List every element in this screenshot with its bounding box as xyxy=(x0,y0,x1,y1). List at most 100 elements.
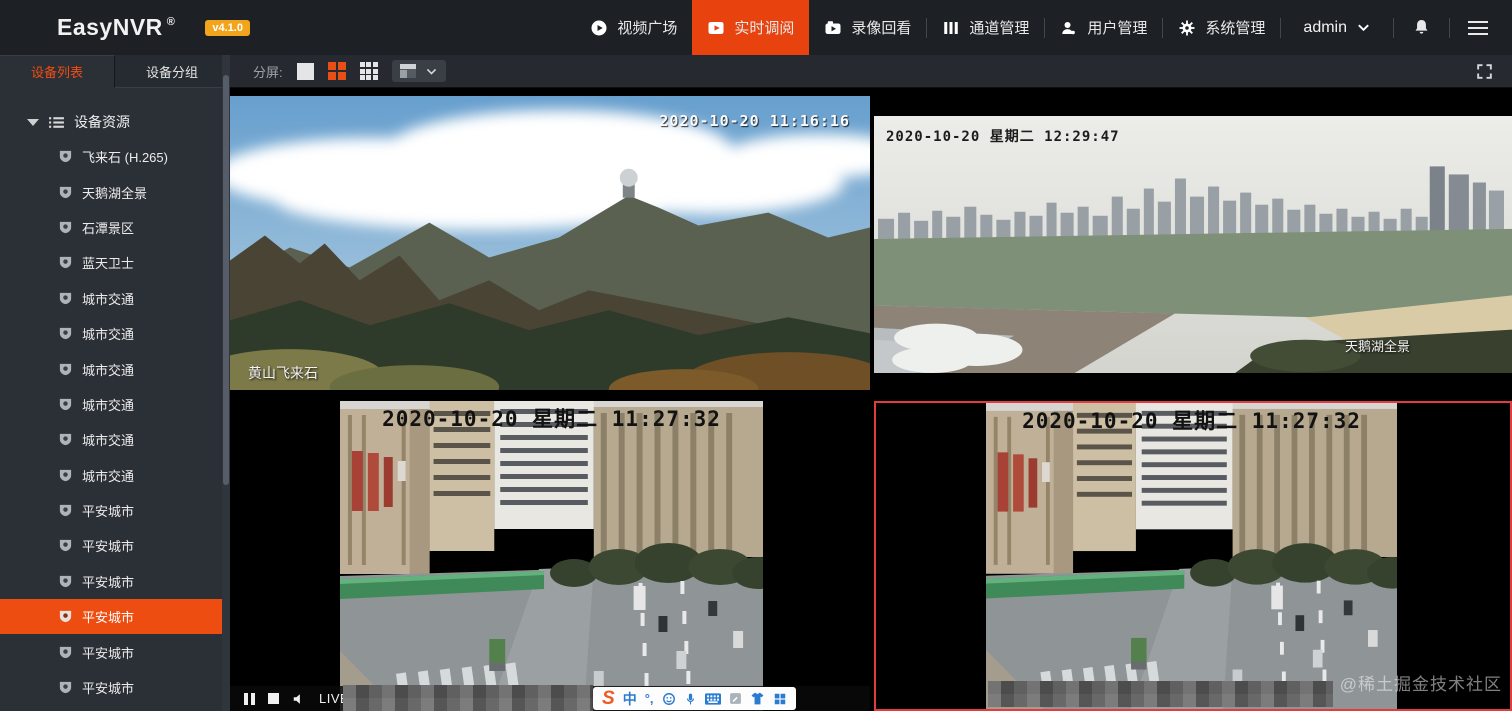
scrollbar-thumb[interactable] xyxy=(223,75,229,485)
device-shield-icon xyxy=(58,255,73,270)
app-logo: EasyNVR ® xyxy=(57,14,175,41)
device-shield-icon xyxy=(58,645,73,660)
video-pane-bottom-left[interactable]: 2020-10-20 星期二 11:27:32 LIVE S 中 °, xyxy=(230,401,870,711)
video-pane-top-left[interactable]: 2020-10-20 11:16:16 黄山飞来石 xyxy=(230,88,870,397)
video-frame-mountain xyxy=(230,96,870,390)
user-menu[interactable]: admin xyxy=(1281,0,1393,55)
nav-label: 实时调阅 xyxy=(734,17,794,38)
sogou-ime-bar[interactable]: S 中 °, xyxy=(593,687,796,710)
device-item[interactable]: 平安城市 xyxy=(0,670,222,705)
nav-label: 用户管理 xyxy=(1087,17,1147,38)
main-nav: 视频广场 实时调阅 录像回看 通道管理 用户管理 xyxy=(575,0,1512,55)
version-badge: v4.1.0 xyxy=(205,20,250,36)
device-sidebar: 设备列表 设备分组 设备资源 飞来石 (H.265) 天鹅湖全景 石潭景区 蓝天… xyxy=(0,55,230,711)
nav-item-video-square[interactable]: 视频广场 xyxy=(575,0,692,55)
play-circle-icon xyxy=(590,19,608,37)
handwriting-icon[interactable] xyxy=(729,692,742,705)
osd-camera-title: 黄山飞来石 xyxy=(248,363,318,383)
device-shield-icon xyxy=(58,468,73,483)
nav-item-playback[interactable]: 录像回看 xyxy=(809,0,926,55)
nav-item-system[interactable]: 系统管理 xyxy=(1163,0,1280,55)
device-shield-icon xyxy=(58,432,73,447)
nav-label: 录像回看 xyxy=(851,17,911,38)
device-item[interactable]: 城市交通 xyxy=(0,458,222,493)
punctuation-icon[interactable]: °, xyxy=(645,692,654,705)
chinese-mode-icon[interactable]: 中 xyxy=(623,692,637,706)
device-shield-icon xyxy=(58,574,73,589)
app-name: EasyNVR xyxy=(57,14,163,41)
device-item[interactable]: 平安城市 xyxy=(0,564,222,599)
device-item[interactable]: 天鹅湖全景 xyxy=(0,174,222,209)
device-item[interactable]: 城市交通 xyxy=(0,351,222,386)
nav-label: 通道管理 xyxy=(969,17,1029,38)
video-pane-top-right[interactable]: 2020-10-20 星期二 12:29:47 天鹅湖全景 xyxy=(874,88,1512,397)
osd-timestamp: 2020-10-20 11:16:16 xyxy=(659,112,850,130)
menu-button[interactable] xyxy=(1450,21,1512,35)
device-item[interactable]: 平安城市 xyxy=(0,634,222,669)
blurred-watermark xyxy=(343,685,593,711)
split-9-icon[interactable] xyxy=(360,62,378,80)
device-item[interactable]: 平安城市 xyxy=(0,493,222,528)
caret-down-icon xyxy=(27,119,39,126)
sidebar-tabs: 设备列表 设备分组 xyxy=(0,55,230,88)
live-video-icon xyxy=(707,19,725,37)
keyboard-icon[interactable] xyxy=(705,693,721,705)
list-icon xyxy=(48,114,65,131)
device-shield-icon xyxy=(58,397,73,412)
osd-timestamp: 2020-10-20 星期二 12:29:47 xyxy=(886,126,1120,146)
device-list: 飞来石 (H.265) 天鹅湖全景 石潭景区 蓝天卫士 城市交通 城市交通 城市… xyxy=(0,139,230,705)
gear-icon xyxy=(1178,19,1196,37)
device-item[interactable]: 飞来石 (H.265) xyxy=(0,139,222,174)
skin-icon[interactable] xyxy=(750,692,765,705)
video-pane-bottom-right[interactable]: 2020-10-20 星期二 11:27:32 @稀土掘金技术社区 xyxy=(874,401,1512,711)
video-frame-traffic: 2020-10-20 星期二 11:27:32 xyxy=(340,401,763,711)
device-item[interactable]: 城市交通 xyxy=(0,281,222,316)
nav-label: 视频广场 xyxy=(617,17,677,38)
notifications-button[interactable] xyxy=(1394,0,1449,55)
tab-device-groups[interactable]: 设备分组 xyxy=(115,55,230,87)
tree-root-device-resources[interactable]: 设备资源 xyxy=(0,105,230,139)
pause-button[interactable] xyxy=(244,693,255,705)
nav-item-live-view[interactable]: 实时调阅 xyxy=(692,0,809,55)
device-item[interactable]: 石潭景区 xyxy=(0,210,222,245)
split-custom-dropdown[interactable] xyxy=(392,60,446,82)
chevron-down-icon xyxy=(425,65,438,78)
device-shield-icon xyxy=(58,680,73,695)
device-item[interactable]: 城市交通 xyxy=(0,316,222,351)
trademark: ® xyxy=(167,16,176,28)
nav-label: 系统管理 xyxy=(1205,17,1265,38)
tab-device-list[interactable]: 设备列表 xyxy=(0,55,115,88)
device-shield-icon xyxy=(58,362,73,377)
chevron-down-icon xyxy=(1356,20,1371,35)
device-shield-icon xyxy=(58,291,73,306)
stop-button[interactable] xyxy=(268,693,279,704)
sogou-logo-icon[interactable]: S xyxy=(602,689,615,708)
nav-item-users[interactable]: 用户管理 xyxy=(1045,0,1162,55)
device-shield-icon xyxy=(58,149,73,164)
custom-split-icon xyxy=(400,64,416,78)
top-navbar: EasyNVR ® v4.1.0 视频广场 实时调阅 录像回看 通道管理 用户管理 xyxy=(0,0,1512,55)
device-item[interactable]: 平安城市 xyxy=(0,528,222,563)
record-camera-icon xyxy=(824,19,842,37)
site-watermark: @稀土掘金技术社区 xyxy=(1340,670,1502,695)
split-4-icon[interactable] xyxy=(328,62,346,80)
osd-timestamp: 2020-10-20 星期二 11:27:32 xyxy=(340,403,763,433)
device-item-selected[interactable]: 平安城市 xyxy=(0,599,222,634)
device-item[interactable]: 蓝天卫士 xyxy=(0,245,222,280)
volume-icon[interactable] xyxy=(292,692,306,706)
bell-icon xyxy=(1412,18,1431,37)
device-shield-icon xyxy=(58,609,73,624)
emoji-icon[interactable] xyxy=(662,692,676,706)
split-1-icon[interactable] xyxy=(297,63,314,80)
device-shield-icon xyxy=(58,538,73,553)
microphone-icon[interactable] xyxy=(684,692,697,706)
osd-camera-title: 天鹅湖全景 xyxy=(1345,336,1410,355)
hamburger-icon xyxy=(1468,21,1488,23)
toolbox-grid-icon[interactable] xyxy=(773,692,787,706)
device-item[interactable]: 城市交通 xyxy=(0,387,222,422)
sidebar-scrollbar[interactable] xyxy=(222,55,230,711)
fullscreen-button[interactable] xyxy=(1475,62,1494,86)
user-icon xyxy=(1060,19,1078,37)
device-item[interactable]: 城市交通 xyxy=(0,422,222,457)
nav-item-channels[interactable]: 通道管理 xyxy=(927,0,1044,55)
